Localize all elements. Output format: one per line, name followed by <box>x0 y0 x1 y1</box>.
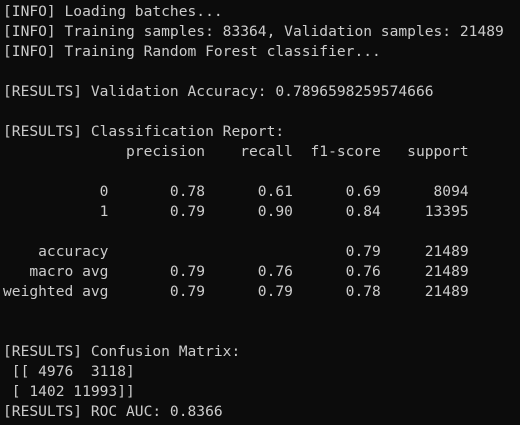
log-line-classification-report: [RESULTS] Classification Report: <box>3 123 285 140</box>
log-line-confusion-matrix: [RESULTS] Confusion Matrix: <box>3 343 241 360</box>
report-header-row: precision recall f1-score support <box>3 143 469 160</box>
log-line-info-loading: [INFO] Loading batches... <box>3 3 223 20</box>
report-row-accuracy: accuracy 0.79 21489 <box>3 243 469 260</box>
log-line-roc-auc: [RESULTS] ROC AUC: 0.8366 <box>3 403 223 420</box>
log-line-validation-accuracy: [RESULTS] Validation Accuracy: 0.7896598… <box>3 83 434 100</box>
report-row-weighted-avg: weighted avg 0.79 0.79 0.78 21489 <box>3 283 469 300</box>
log-line-info-samples: [INFO] Training samples: 83364, Validati… <box>3 23 504 40</box>
report-row-class-0: 0 0.78 0.61 0.69 8094 <box>3 183 469 200</box>
report-row-class-1: 1 0.79 0.90 0.84 13395 <box>3 203 469 220</box>
report-row-macro-avg: macro avg 0.79 0.76 0.76 21489 <box>3 263 469 280</box>
log-line-info-training: [INFO] Training Random Forest classifier… <box>3 43 381 60</box>
confusion-matrix-row-1: [[ 4976 3118] <box>3 363 135 380</box>
confusion-matrix-row-2: [ 1402 11993]] <box>3 383 135 400</box>
terminal-window[interactable]: [INFO] Loading batches... [INFO] Trainin… <box>0 0 520 425</box>
